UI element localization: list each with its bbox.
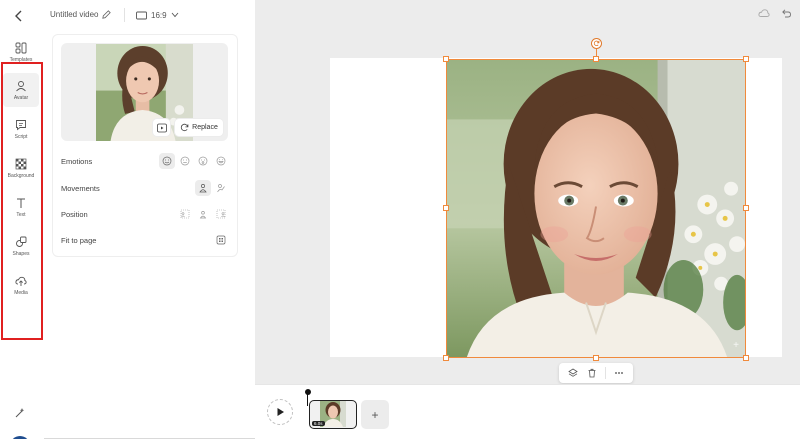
align-left-icon [180,209,190,219]
video-play-icon [156,123,167,132]
resize-handle-left[interactable] [443,205,449,211]
emotion-surprised-button[interactable] [195,153,211,169]
emotions-label: Emotions [61,156,93,166]
replace-avatar-button[interactable]: Replace [175,119,223,136]
playhead-handle[interactable] [304,389,311,395]
resize-handle-bottom-right[interactable] [743,355,749,361]
position-row: Position [61,206,229,222]
layers-button[interactable] [567,367,579,379]
timeline-clip[interactable]: 6.0s [309,400,357,429]
position-center-button[interactable] [195,206,211,222]
resize-handle-bottom-left[interactable] [443,355,449,361]
fit-to-page-button[interactable] [213,232,229,248]
play-icon [277,408,284,416]
fit-to-page-label: Fit to page [61,235,97,245]
plus-icon: + [371,407,379,422]
trash-icon [588,368,596,378]
surprised-face-icon [198,156,208,166]
preview-play-button[interactable] [153,119,170,136]
laugh-face-icon [216,156,226,166]
movements-row: Movements [61,180,229,196]
document-title[interactable]: Untitled video [50,10,98,19]
resize-handle-right[interactable] [743,205,749,211]
left-rail: Templates Avatar Script Background Text … [0,32,44,439]
movements-label: Movements [61,183,100,193]
position-options [177,206,229,222]
position-right-button[interactable] [213,206,229,222]
aspect-ratio-value: 16:9 [151,10,167,20]
avatar-preview: Replace [61,43,228,141]
resize-handle-top[interactable] [593,56,599,62]
emotion-neutral-button[interactable] [177,153,193,169]
layers-icon [567,368,578,377]
resize-handle-bottom[interactable] [593,355,599,361]
element-context-toolbar [559,363,633,383]
person-icon [199,184,207,193]
play-button[interactable] [267,399,293,425]
divider [124,8,125,22]
grid-fit-icon [216,235,226,245]
avatar-properties-panel: Replace Emotions Movements Position Fit … [52,34,238,257]
fit-to-page-row: Fit to page [61,232,229,248]
replace-label: Replace [192,124,218,131]
delete-button[interactable] [586,367,598,379]
position-label: Position [61,209,88,219]
rail-highlight-outline [1,62,43,340]
fit-to-page-options [213,232,229,248]
canvas-workspace: + [255,0,800,384]
clip-duration: 6.0s [312,421,325,426]
magic-wand-icon[interactable] [14,407,26,419]
more-dots-icon [615,372,624,374]
plus-icon: + [733,340,739,351]
movement-still-button[interactable] [195,180,211,196]
neutral-face-icon [180,156,190,166]
emotions-options [159,153,229,169]
rotate-handle[interactable] [591,38,602,49]
timeline: 6.0s + [255,384,800,439]
refresh-icon [181,123,189,132]
avatar-image [447,60,745,357]
aspect-ratio-dropdown[interactable]: 16:9 [136,8,179,22]
divider [605,367,607,379]
hand-gesture-icon [217,184,225,193]
align-right-icon [216,209,226,219]
screen-icon [136,11,147,19]
movements-options [195,180,229,196]
emotion-laugh-button[interactable] [213,153,229,169]
rotate-icon [593,40,600,46]
templates-icon [15,42,27,53]
emotions-row: Emotions [61,153,229,169]
add-clip-button[interactable]: + [361,400,389,429]
more-options-button[interactable] [613,367,625,379]
resize-handle-top-left[interactable] [443,56,449,62]
emotion-smile-button[interactable] [159,153,175,169]
avatar-element-selected[interactable]: + [446,59,746,358]
cloud-save-icon[interactable] [758,7,770,19]
top-actions [758,7,792,19]
pencil-icon[interactable] [101,9,112,20]
resize-handle-top-right[interactable] [743,56,749,62]
back-arrow-icon[interactable] [11,8,27,24]
chevron-down-icon [171,12,178,18]
position-left-button[interactable] [177,206,193,222]
align-center-icon [199,211,207,219]
smile-icon [162,156,172,166]
top-bar: Untitled video 16:9 [0,0,255,32]
movement-gesture-button[interactable] [213,180,229,196]
undo-icon[interactable] [780,7,792,19]
